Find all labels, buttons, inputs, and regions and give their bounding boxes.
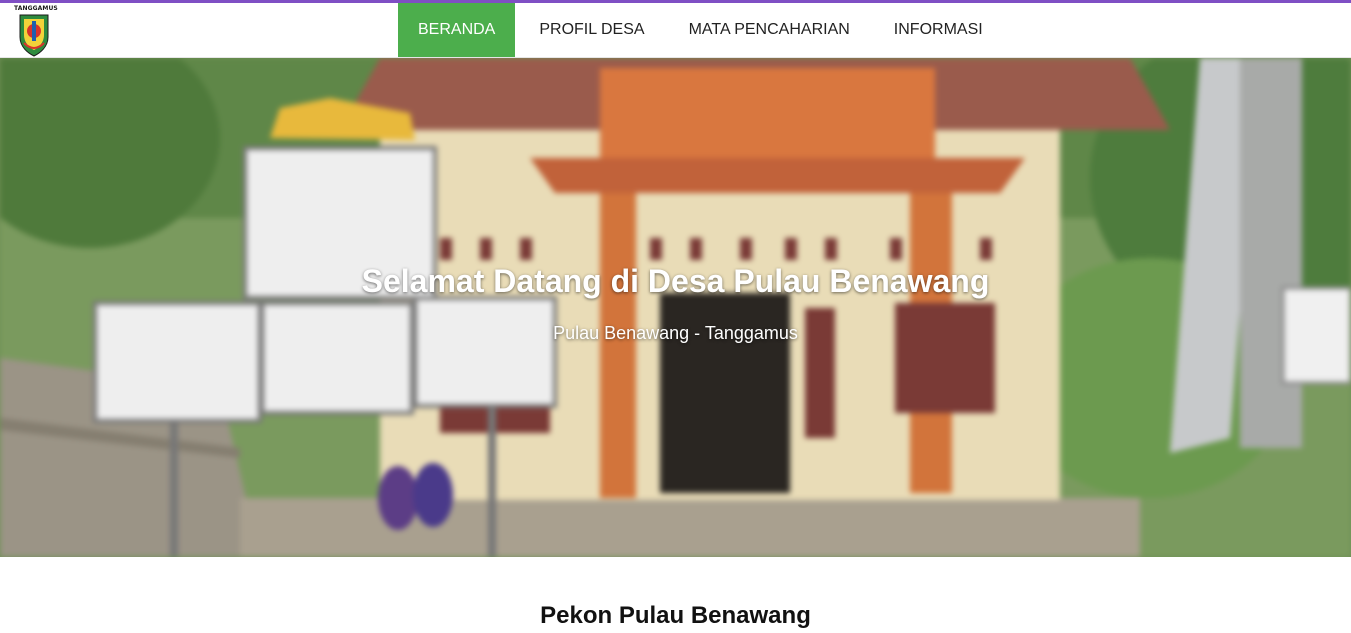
navbar: TANGGAMUS BERANDA PROFIL DESA MATA PENCA… bbox=[0, 3, 1351, 58]
hero-subtitle: Pulau Benawang - Tanggamus bbox=[553, 323, 798, 343]
logo-text: TANGGAMUS bbox=[14, 5, 58, 12]
hero-background-image bbox=[0, 58, 1351, 557]
hero-banner: Selamat Datang di Desa Pulau Benawang Pu… bbox=[0, 58, 1351, 557]
section-title: Pekon Pulau Benawang bbox=[540, 602, 811, 629]
nav-item-informasi[interactable]: INFORMASI bbox=[874, 3, 1003, 57]
nav-item-beranda[interactable]: BERANDA bbox=[398, 3, 516, 57]
main-nav: BERANDA PROFIL DESA MATA PENCAHARIAN INF… bbox=[398, 3, 1003, 57]
site-logo[interactable]: TANGGAMUS bbox=[14, 5, 58, 57]
nav-item-mata-pencaharian[interactable]: MATA PENCAHARIAN bbox=[669, 3, 870, 57]
hero-title: Selamat Datang di Desa Pulau Benawang bbox=[361, 263, 990, 299]
nav-item-profil-desa[interactable]: PROFIL DESA bbox=[519, 3, 664, 57]
regency-shield-emblem-icon bbox=[19, 14, 49, 57]
